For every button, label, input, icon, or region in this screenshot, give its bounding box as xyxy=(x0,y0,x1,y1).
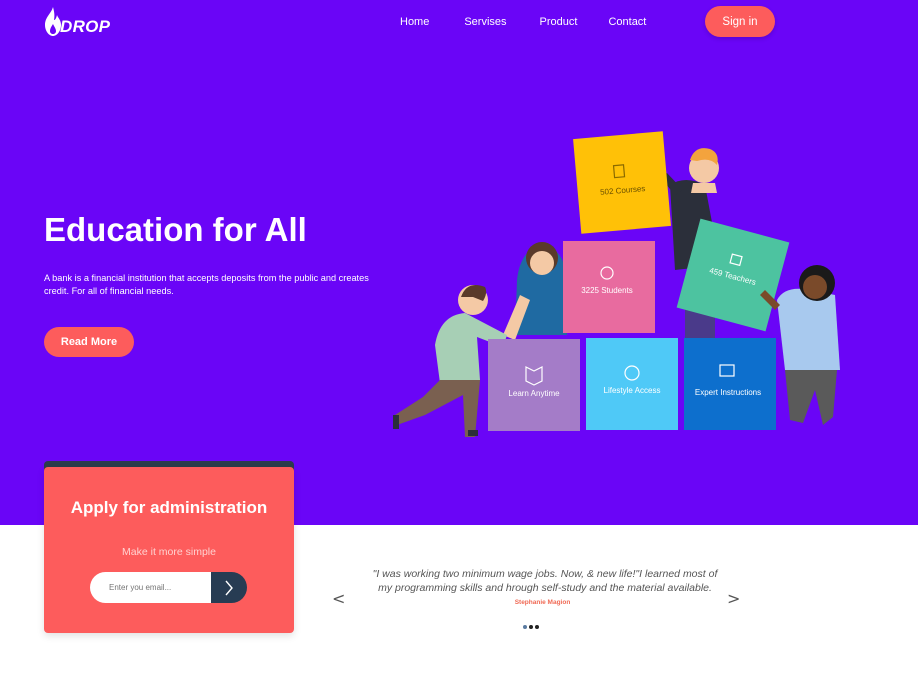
testimonial-author: Stephanie Magion xyxy=(514,599,571,606)
testimonial-prev-button[interactable]: < xyxy=(332,589,345,609)
email-input[interactable] xyxy=(90,572,220,603)
carousel-dots xyxy=(523,625,541,629)
expert-label: Expert Instructions xyxy=(695,388,761,397)
person-girl xyxy=(503,242,567,340)
hero-title: Education for All xyxy=(44,211,307,248)
carousel-dot[interactable] xyxy=(523,625,527,629)
logo[interactable]: DROP xyxy=(42,6,110,38)
apply-title: Apply for administration xyxy=(70,498,268,517)
nav-product[interactable]: Product xyxy=(540,15,578,29)
lifestyle-tile: Lifestyle Access xyxy=(586,338,678,430)
nav-contact[interactable]: Contact xyxy=(608,15,646,29)
nav-home[interactable]: Home xyxy=(400,15,429,29)
students-tile: 3225 Students xyxy=(563,241,655,333)
learn-label: Learn Anytime xyxy=(508,389,560,398)
logo-text: DROP xyxy=(60,17,111,36)
apply-card: Apply for administration Make it more si… xyxy=(44,467,294,633)
read-more-button[interactable]: Read More xyxy=(44,327,134,357)
students-label: 3225 Students xyxy=(581,286,633,295)
nav-services[interactable]: Servises xyxy=(464,15,506,29)
carousel-dot[interactable] xyxy=(535,625,539,629)
courses-tile: 502 Courses xyxy=(573,131,672,234)
expert-tile: Expert Instructions xyxy=(684,338,776,430)
email-form xyxy=(90,572,247,603)
lifestyle-label: Lifestyle Access xyxy=(604,386,661,395)
apply-subtitle: Make it more simple xyxy=(122,546,216,558)
testimonial-quote: "I was working two minimum wage jobs. No… xyxy=(372,568,718,594)
hero-description: A bank is a financial institution that a… xyxy=(44,273,369,296)
email-submit-button[interactable] xyxy=(211,572,247,603)
hero-section: DROP Home Servises Product Contact Sign … xyxy=(0,0,918,525)
carousel-dot[interactable] xyxy=(529,625,533,629)
chevron-right-icon xyxy=(225,580,233,595)
education-illustration: 502 Courses 3225 Students 459 Teachers L… xyxy=(393,131,840,437)
testimonial-next-button[interactable]: > xyxy=(727,589,740,609)
main-nav: Home Servises Product Contact xyxy=(400,15,681,29)
sign-in-button[interactable]: Sign in xyxy=(705,6,775,37)
learn-tile: Learn Anytime xyxy=(488,339,580,431)
